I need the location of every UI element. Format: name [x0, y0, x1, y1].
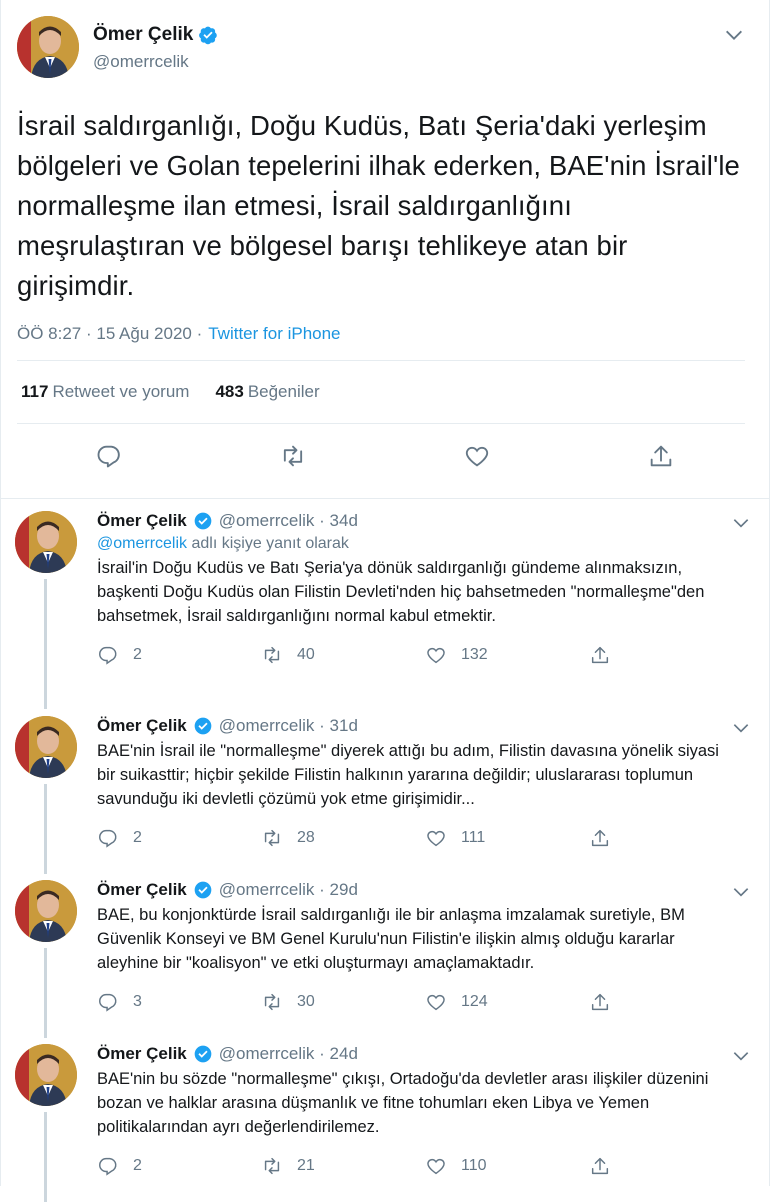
chevron-down-icon[interactable] — [731, 718, 751, 738]
reply-tweet[interactable]: Ömer Çelik @omerrcelik · 34d @omerrcelik… — [1, 499, 769, 709]
share-icon[interactable] — [647, 442, 675, 470]
reply-action[interactable]: 2 — [97, 644, 261, 666]
retweet-icon — [264, 646, 280, 664]
reply-tweet[interactable]: Ömer Çelik @omerrcelik · 31d BAE'nin İsr… — [1, 704, 769, 874]
thread-line — [44, 1112, 47, 1202]
tweet-time[interactable]: ÖÖ 8:27 · 15 Ağu 2020 · — [17, 324, 202, 344]
share-icon — [591, 1157, 609, 1175]
like-action[interactable]: 124 — [425, 991, 589, 1013]
chevron-down-icon[interactable] — [723, 24, 745, 46]
author-handle-time[interactable]: @omerrcelik · 24d — [219, 1044, 358, 1064]
main-tweet-actions — [17, 424, 753, 488]
tweet-thread-page: Ömer Çelik @omerrcelik İsrail saldırganl… — [0, 0, 770, 1202]
share-action[interactable] — [589, 1155, 753, 1177]
tweet-actions: 2 28 111 — [97, 815, 753, 861]
thread-line — [44, 784, 47, 874]
tweet-actions: 3 30 124 — [97, 979, 753, 1025]
tweet-text: İsrail'in Doğu Kudüs ve Batı Şeria'ya dö… — [97, 559, 705, 625]
like-icon — [427, 647, 445, 664]
tweet-text: BAE'nin bu sözde "normalleşme" çıkışı, O… — [97, 1070, 709, 1136]
tweet-meta: ÖÖ 8:27 · 15 Ağu 2020 · Twitter for iPho… — [17, 324, 753, 344]
chevron-down-icon[interactable] — [731, 1046, 751, 1066]
verified-badge-icon — [194, 717, 212, 735]
thread-line — [44, 579, 47, 709]
verified-badge-icon — [194, 1045, 212, 1063]
chevron-down-icon[interactable] — [731, 882, 751, 902]
like-icon — [427, 994, 445, 1011]
share-action[interactable] — [589, 644, 753, 666]
main-tweet: Ömer Çelik @omerrcelik İsrail saldırganl… — [1, 0, 769, 488]
author-name[interactable]: Ömer Çelik — [97, 511, 187, 531]
avatar[interactable] — [17, 16, 79, 78]
reply-tweet[interactable]: Ömer Çelik @omerrcelik · 24d BAE'nin bu … — [1, 1032, 769, 1202]
retweet-action[interactable]: 28 — [261, 827, 425, 849]
author-handle-time[interactable]: @omerrcelik · 31d — [219, 716, 358, 736]
reply-icon — [99, 646, 117, 665]
author-name[interactable]: Ömer Çelik — [93, 24, 193, 46]
author-handle-time[interactable]: @omerrcelik · 29d — [219, 880, 358, 900]
verified-badge-icon — [194, 881, 212, 899]
verified-badge-icon — [199, 26, 218, 45]
like-action[interactable]: 132 — [425, 644, 589, 666]
reply-icon — [99, 829, 117, 848]
chevron-down-icon[interactable] — [731, 513, 751, 533]
like-action[interactable]: 111 — [425, 827, 589, 849]
reply-icon — [99, 1157, 117, 1176]
avatar[interactable] — [15, 880, 77, 942]
avatar[interactable] — [15, 1044, 77, 1106]
like-icon — [427, 1158, 445, 1175]
tweet-actions: 2 21 110 — [97, 1143, 753, 1189]
reply-tweet[interactable]: Ömer Çelik @omerrcelik · 29d BAE, bu kon… — [1, 868, 769, 1038]
reply-icon[interactable] — [95, 442, 123, 470]
avatar[interactable] — [15, 716, 77, 778]
tweet-text: BAE'nin İsrail ile "normalleşme" diyerek… — [97, 742, 719, 808]
tweet-text: İsrail saldırganlığı, Doğu Kudüs, Batı Ş… — [17, 110, 740, 301]
share-icon — [591, 993, 609, 1011]
verified-badge-icon — [194, 512, 212, 530]
tweet-source-link[interactable]: Twitter for iPhone — [208, 324, 340, 344]
share-icon — [591, 646, 609, 664]
tweet-text: BAE, bu konjonktürde İsrail saldırganlığ… — [97, 906, 685, 972]
tweet-stats: 117 Retweet ve yorum 483 Beğeniler — [17, 361, 753, 423]
retweet-stat[interactable]: 117 Retweet ve yorum — [21, 382, 189, 402]
like-action[interactable]: 110 — [425, 1155, 589, 1177]
author-name[interactable]: Ömer Çelik — [97, 716, 187, 736]
share-action[interactable] — [589, 991, 753, 1013]
retweet-icon — [264, 993, 280, 1011]
author-name[interactable]: Ömer Çelik — [97, 1044, 187, 1064]
share-action[interactable] — [589, 827, 753, 849]
author-handle-time[interactable]: @omerrcelik · 34d — [219, 511, 358, 531]
like-icon[interactable] — [463, 442, 491, 470]
avatar[interactable] — [15, 511, 77, 573]
replying-to: @omerrcelik adlı kişiye yanıt olarak — [97, 535, 349, 552]
retweet-action[interactable]: 30 — [261, 991, 425, 1013]
retweet-action[interactable]: 40 — [261, 644, 425, 666]
author-name[interactable]: Ömer Çelik — [97, 880, 187, 900]
retweet-action[interactable]: 21 — [261, 1155, 425, 1177]
share-icon — [591, 829, 609, 847]
tweet-actions: 2 40 132 — [97, 632, 753, 678]
retweet-icon — [264, 829, 280, 847]
retweet-icon[interactable] — [279, 442, 307, 470]
reply-action[interactable]: 2 — [97, 827, 261, 849]
retweet-icon — [264, 1157, 280, 1175]
like-stat[interactable]: 483 Beğeniler — [215, 382, 319, 402]
reply-action[interactable]: 2 — [97, 1155, 261, 1177]
like-icon — [427, 830, 445, 847]
thread-line — [44, 948, 47, 1038]
main-tweet-header: Ömer Çelik @omerrcelik — [17, 16, 753, 86]
author-handle[interactable]: @omerrcelik — [93, 52, 189, 72]
reply-icon — [99, 993, 117, 1012]
reply-action[interactable]: 3 — [97, 991, 261, 1013]
